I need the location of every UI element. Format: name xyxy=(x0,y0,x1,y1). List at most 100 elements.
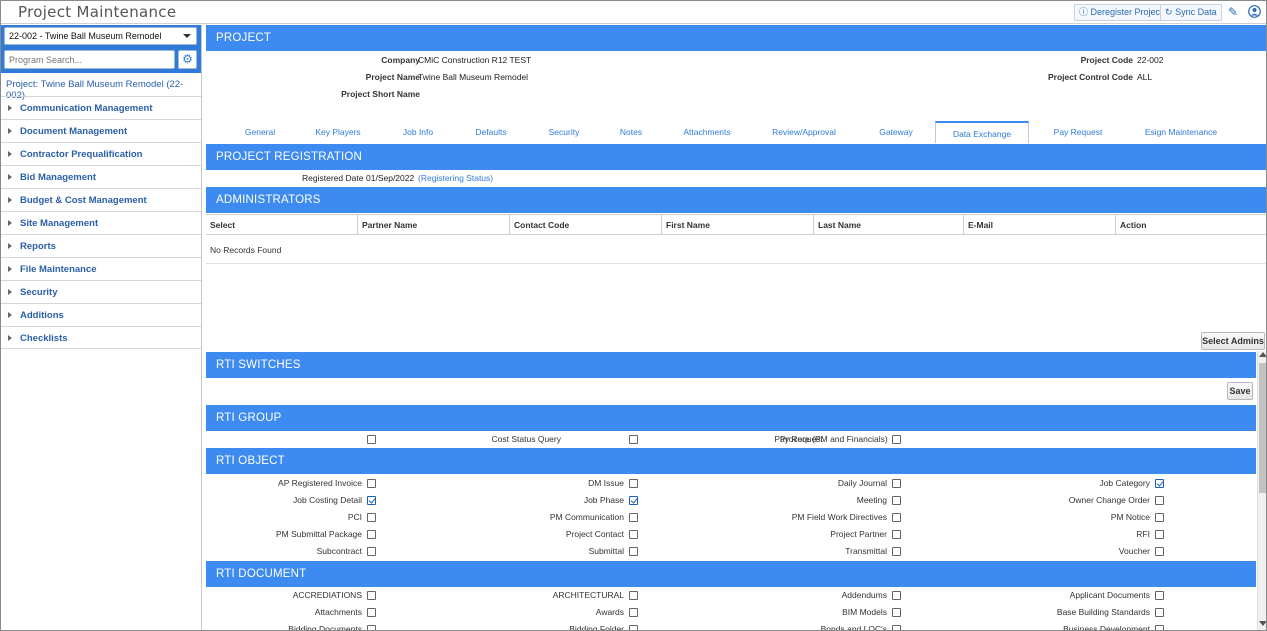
caret-right-icon xyxy=(8,128,12,134)
project-code-value: 22-002 xyxy=(1137,55,1164,65)
sidebar-item-additions[interactable]: Additions xyxy=(1,303,201,326)
vertical-scrollbar[interactable] xyxy=(1257,351,1266,630)
tab-security[interactable]: Security xyxy=(545,121,583,143)
rti-document-checkbox-bidding-folder[interactable] xyxy=(629,625,638,630)
scroll-down-icon[interactable] xyxy=(1259,621,1266,626)
rti-object-checkbox-job-phase[interactable] xyxy=(629,496,638,505)
tab-job-info[interactable]: Job Info xyxy=(400,121,436,143)
checkbox-label: RFI xyxy=(1136,529,1150,539)
sidebar-item-reports[interactable]: Reports xyxy=(1,234,201,257)
scroll-up-icon[interactable] xyxy=(1259,352,1266,357)
app-title: Project Maintenance xyxy=(18,3,177,21)
rti-object-checkbox-pm-communication[interactable] xyxy=(629,513,638,522)
sidebar-item-checklists[interactable]: Checklists xyxy=(1,326,201,349)
tab-pay-request[interactable]: Pay Request xyxy=(1052,121,1104,143)
sidebar-item-document-management[interactable]: Document Management xyxy=(1,119,201,142)
rti-document-checkbox-bidding-documents[interactable] xyxy=(367,625,376,630)
rti-object-checkbox-job-costing-detail[interactable] xyxy=(367,496,376,505)
sidebar-item-site-management[interactable]: Site Management xyxy=(1,211,201,234)
app-window: Project Maintenance ⓘ Deregister Project… xyxy=(0,0,1267,631)
rti-document-checkbox-bonds-and-loc-s[interactable] xyxy=(892,625,901,630)
sidebar-item-contractor-prequalification[interactable]: Contractor Prequalification xyxy=(1,142,201,165)
info-icon: ⓘ xyxy=(1079,7,1089,17)
sync-data-button[interactable]: ↻ Sync Data xyxy=(1160,4,1222,21)
checkbox-procore[interactable] xyxy=(892,435,901,444)
project-short-name-label: Project Short Name xyxy=(341,89,420,99)
column-header-action[interactable]: Action xyxy=(1116,215,1266,235)
tab-defaults[interactable]: Defaults xyxy=(471,121,511,143)
save-button[interactable]: Save xyxy=(1227,382,1253,400)
rti-document-checkbox-awards[interactable] xyxy=(629,608,638,617)
sidebar-item-security[interactable]: Security xyxy=(1,280,201,303)
rti-document-checkbox-attachments[interactable] xyxy=(367,608,376,617)
checkbox-label: PM Field Work Directives xyxy=(791,512,887,522)
project-control-code-label: Project Control Code xyxy=(1047,72,1133,82)
scroll-thumb[interactable] xyxy=(1259,363,1266,493)
rti-document-checkbox-applicant-documents[interactable] xyxy=(1155,591,1164,600)
sidebar-item-bid-management[interactable]: Bid Management xyxy=(1,165,201,188)
caret-right-icon xyxy=(8,105,12,111)
rti-object-checkbox-project-contact[interactable] xyxy=(629,530,638,539)
administrators-table-header: Select Partner Name Contact Code First N… xyxy=(206,214,1266,235)
column-header-first-name[interactable]: First Name xyxy=(662,215,814,235)
rti-object-checkbox-pm-notice[interactable] xyxy=(1155,513,1164,522)
section-header-rti-switches: RTI SWITCHES xyxy=(206,352,1256,378)
rti-object-checkbox-owner-change-order[interactable] xyxy=(1155,496,1164,505)
project-name-value: Twine Ball Museum Remodel xyxy=(418,72,529,82)
rti-object-checkbox-job-category[interactable] xyxy=(1155,479,1164,488)
program-search-input[interactable] xyxy=(4,50,175,69)
project-select[interactable]: 22-002 - Twine Ball Museum Remodel xyxy=(4,27,197,45)
rti-document-checkbox-accrediations[interactable] xyxy=(367,591,376,600)
rti-object-checkbox-ap-registered-invoice[interactable] xyxy=(367,479,376,488)
rti-document-checkbox-bim-models[interactable] xyxy=(892,608,901,617)
rti-object-checkbox-voucher[interactable] xyxy=(1155,547,1164,556)
checkbox-label: Submittal xyxy=(588,546,624,556)
rti-object-checkbox-project-partner[interactable] xyxy=(892,530,901,539)
registering-status-link[interactable]: (Registering Status) xyxy=(418,173,493,183)
tab-esign-maintenance[interactable]: Esign Maintenance xyxy=(1143,121,1219,143)
column-header-last-name[interactable]: Last Name xyxy=(814,215,964,235)
rti-object-checkbox-meeting[interactable] xyxy=(892,496,901,505)
tab-review-approval[interactable]: Review/Approval xyxy=(770,121,838,143)
rti-document-checkbox-addendums[interactable] xyxy=(892,591,901,600)
checkbox-pay-request[interactable] xyxy=(629,435,638,444)
rti-object-checkbox-daily-journal[interactable] xyxy=(892,479,901,488)
tab-key-players[interactable]: Key Players xyxy=(311,121,365,143)
edit-icon[interactable]: ✎ xyxy=(1226,5,1240,19)
left-panel: 22-002 - Twine Ball Museum Remodel ⚙ Pro… xyxy=(1,25,202,630)
caret-right-icon xyxy=(8,174,12,180)
rti-object-checkbox-pci[interactable] xyxy=(367,513,376,522)
rti-object-checkbox-subcontract[interactable] xyxy=(367,547,376,556)
tab-data-exchange[interactable]: Data Exchange xyxy=(935,121,1029,143)
rti-object-checkbox-transmittal[interactable] xyxy=(892,547,901,556)
tab-notes[interactable]: Notes xyxy=(618,121,644,143)
rti-object-checkbox-pm-field-work-directives[interactable] xyxy=(892,513,901,522)
rti-document-checkbox-architectural[interactable] xyxy=(629,591,638,600)
tab-general[interactable]: General xyxy=(240,121,280,143)
sidebar-item-file-maintenance[interactable]: File Maintenance xyxy=(1,257,201,280)
column-header-partner-name[interactable]: Partner Name xyxy=(358,215,510,235)
checkbox-cost-status-query[interactable] xyxy=(367,435,376,444)
sidebar-item-communication-management[interactable]: Communication Management xyxy=(1,96,201,119)
checkbox-label: Owner Change Order xyxy=(1068,495,1150,505)
user-profile-icon[interactable] xyxy=(1247,5,1261,19)
column-header-contact-code[interactable]: Contact Code xyxy=(510,215,662,235)
tab-attachments[interactable]: Attachments xyxy=(680,121,734,143)
checkbox-label: Project Partner xyxy=(830,529,887,539)
rti-document-checkbox-base-building-standards[interactable] xyxy=(1155,608,1164,617)
column-header-email[interactable]: E-Mail xyxy=(964,215,1116,235)
caret-right-icon xyxy=(8,151,12,157)
rti-document-checkbox-business-development[interactable] xyxy=(1155,625,1164,630)
tab-gateway[interactable]: Gateway xyxy=(876,121,916,143)
column-header-select[interactable]: Select xyxy=(206,215,358,235)
rti-object-checkbox-pm-submittal-package[interactable] xyxy=(367,530,376,539)
checkbox-label: Meeting xyxy=(856,495,887,505)
rti-object-checkbox-dm-issue[interactable] xyxy=(629,479,638,488)
sidebar-item-budget-cost-management[interactable]: Budget & Cost Management xyxy=(1,188,201,211)
deregister-project-button[interactable]: ⓘ Deregister Project xyxy=(1074,4,1168,21)
left-panel-header: 22-002 - Twine Ball Museum Remodel ⚙ xyxy=(1,25,201,73)
settings-button[interactable]: ⚙ xyxy=(178,50,197,69)
rti-object-checkbox-rfi[interactable] xyxy=(1155,530,1164,539)
select-admins-button[interactable]: Select Admins xyxy=(1201,332,1265,350)
rti-object-checkbox-submittal[interactable] xyxy=(629,547,638,556)
